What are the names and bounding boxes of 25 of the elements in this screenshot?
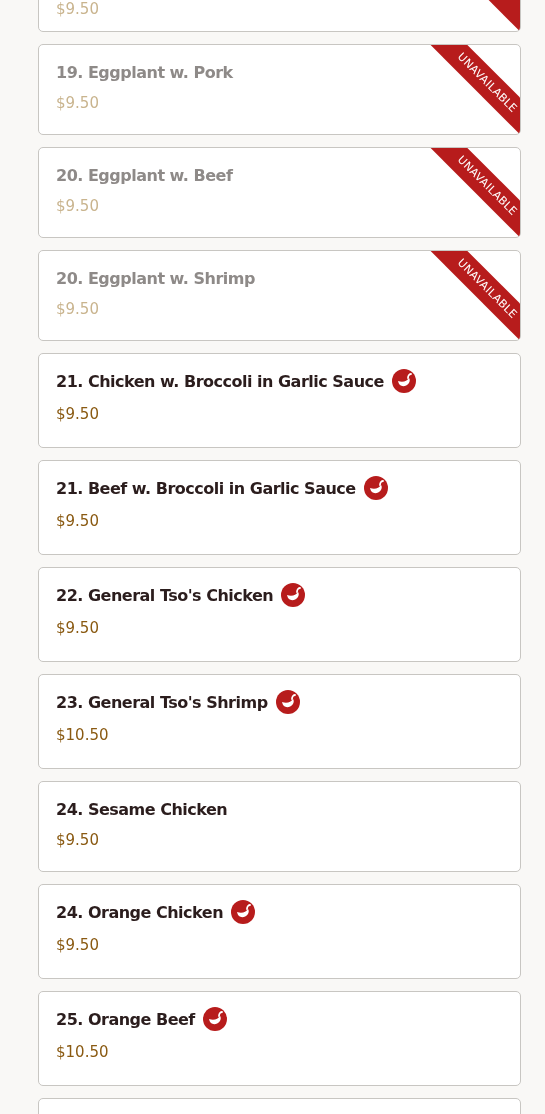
item-name: 24. Orange Chicken xyxy=(56,902,224,922)
item-price: $9.50 xyxy=(56,619,100,637)
item-name: 22. General Tso's Chicken xyxy=(56,585,274,605)
menu-item-card[interactable]: 24. Sesame Chicken $9.50 xyxy=(38,781,521,872)
item-name: 23. General Tso's Shrimp xyxy=(56,692,268,712)
item-price: $9.50 xyxy=(56,0,100,18)
item-name: 20. Eggplant w. Shrimp xyxy=(56,268,255,288)
menu-item-card[interactable]: 25. Orange Beef $10.50 xyxy=(38,991,521,1086)
menu-item-card[interactable]: 23. General Tso's Shrimp $10.50 xyxy=(38,674,521,769)
item-name: 21. Chicken w. Broccoli in Garlic Sauce xyxy=(56,371,384,391)
item-name: 20. Eggplant w. Beef xyxy=(56,165,233,185)
item-name: 19. Eggplant w. Pork xyxy=(56,62,233,82)
item-price: $9.50 xyxy=(56,405,100,423)
menu-item-card[interactable]: 22. General Tso's Chicken $9.50 xyxy=(38,567,521,662)
item-price: $10.50 xyxy=(56,726,110,744)
item-price: $9.50 xyxy=(56,936,100,954)
item-name: 25. Orange Beef xyxy=(56,1009,195,1029)
item-name: 21. Beef w. Broccoli in Garlic Sauce xyxy=(56,478,356,498)
item-price: $10.50 xyxy=(56,1043,110,1061)
menu-item-card[interactable]: 24. Orange Chicken $9.50 xyxy=(38,884,521,979)
item-price: $9.50 xyxy=(56,512,100,530)
item-name: 24. Sesame Chicken xyxy=(56,799,228,819)
item-price: $9.50 xyxy=(56,831,100,849)
menu-item-card[interactable]: 21. Chicken w. Broccoli in Garlic Sauce $9.50 xyxy=(38,353,521,448)
menu-item-card[interactable]: 21. Beef w. Broccoli in Garlic Sauce $9.50 xyxy=(38,460,521,555)
